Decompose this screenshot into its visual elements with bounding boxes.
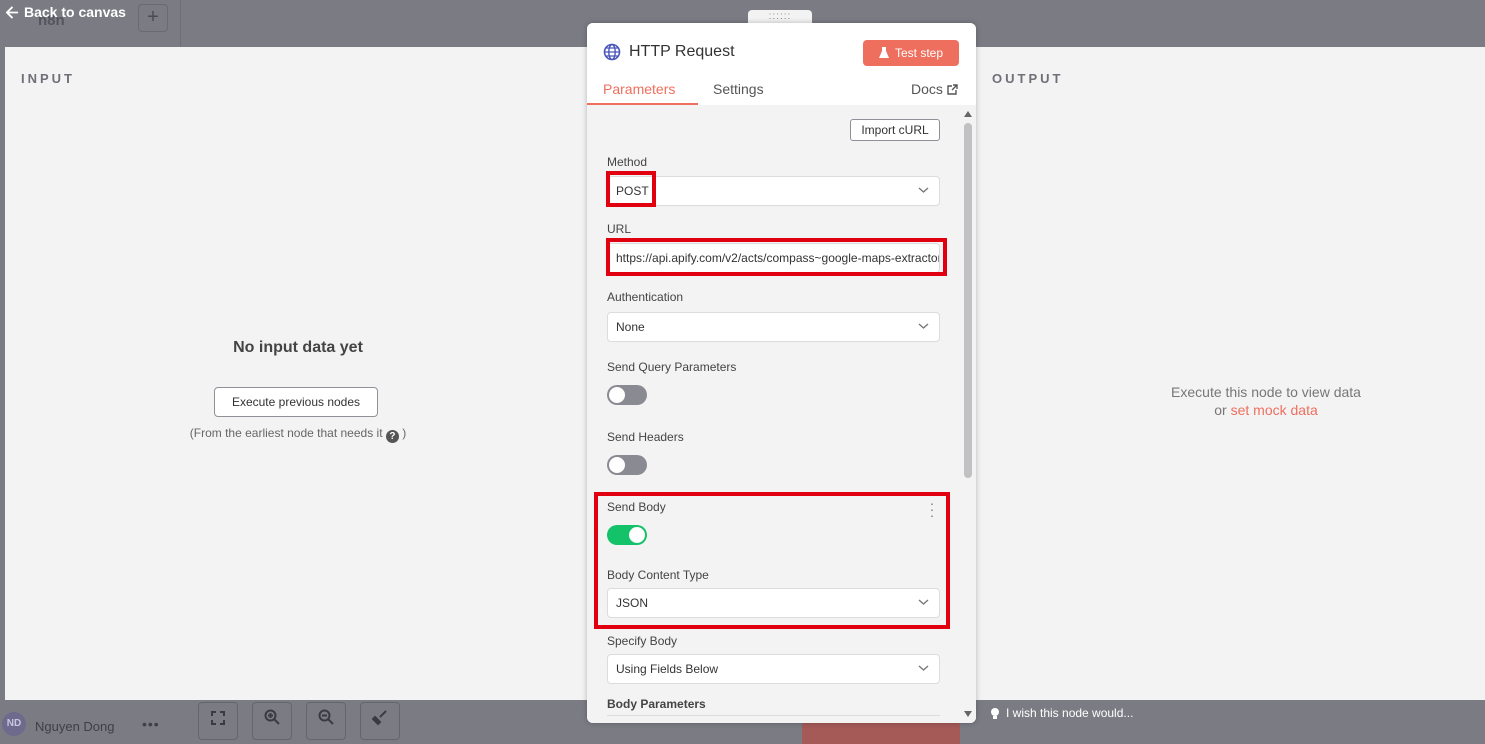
globe-icon: [603, 43, 621, 61]
authentication-value: None: [616, 320, 645, 334]
scrollbar-thumb[interactable]: [964, 123, 972, 478]
specify-body-select[interactable]: Using Fields Below: [607, 654, 940, 684]
test-step-label: Test step: [894, 46, 944, 60]
execute-note-text: (From the earliest node that needs it: [189, 426, 383, 440]
docs-link[interactable]: Docs: [911, 81, 958, 97]
node-header: HTTP Request Test step Parameters Settin…: [587, 23, 976, 105]
output-hint: Execute this node to view data or set mo…: [970, 383, 1485, 419]
zoom-in-icon: [264, 709, 280, 725]
tidy-up-button[interactable]: [360, 702, 400, 740]
back-to-canvas-link[interactable]: Back to canvas: [6, 4, 126, 20]
annotation-send-body: [594, 492, 950, 629]
toggle-knob: [609, 457, 625, 473]
chevron-down-icon: [918, 665, 929, 671]
method-select[interactable]: POST: [607, 176, 940, 206]
method-label: Method: [607, 155, 648, 169]
add-node-button[interactable]: +: [138, 4, 168, 32]
fit-view-icon: [211, 711, 225, 725]
execute-note-close: ): [402, 426, 407, 440]
test-step-button[interactable]: Test step: [863, 40, 959, 66]
help-icon[interactable]: ?: [385, 430, 399, 443]
toggle-knob: [609, 387, 625, 403]
scroll-down-arrow-icon[interactable]: [964, 711, 972, 717]
input-panel: INPUT No input data yet Execute previous…: [5, 47, 591, 700]
annotation-method: [606, 171, 656, 207]
user-name: Nguyen Dong: [35, 719, 115, 734]
back-to-canvas-label: Back to canvas: [24, 4, 126, 20]
zoom-out-icon: [318, 709, 334, 725]
external-link-icon: [947, 83, 958, 95]
output-hint-or: or: [1214, 402, 1227, 418]
flask-icon: [878, 47, 889, 58]
zoom-to-fit-button[interactable]: [198, 702, 238, 740]
user-menu-button[interactable]: •••: [142, 716, 160, 732]
chevron-down-icon: [918, 187, 929, 193]
scroll-up-arrow-icon[interactable]: [964, 111, 972, 117]
output-hint-line: Execute this node to view data: [1171, 384, 1361, 400]
annotation-url: [606, 238, 947, 276]
execute-note: (From the earliest node that needs it ? …: [5, 426, 591, 443]
avatar[interactable]: ND: [2, 712, 26, 736]
input-panel-label: INPUT: [21, 71, 75, 86]
feedback-link[interactable]: I wish this node would...: [990, 706, 1133, 720]
send-headers-toggle[interactable]: [607, 455, 647, 475]
tab-parameters[interactable]: Parameters: [603, 81, 675, 97]
chevron-down-icon: [918, 323, 929, 329]
output-panel: OUTPUT Execute this node to view data or…: [970, 47, 1485, 700]
send-query-label: Send Query Parameters: [607, 360, 737, 374]
send-query-toggle[interactable]: [607, 385, 647, 405]
url-label: URL: [607, 222, 632, 236]
specify-body-label: Specify Body: [607, 634, 678, 648]
zoom-out-button[interactable]: [306, 702, 346, 740]
feedback-label: I wish this node would...: [1006, 706, 1134, 720]
arrow-left-icon: [6, 5, 19, 19]
output-panel-label: OUTPUT: [992, 71, 1064, 86]
import-curl-button[interactable]: Import cURL: [850, 119, 940, 141]
divider: [607, 715, 940, 716]
set-mock-data-link[interactable]: set mock data: [1231, 402, 1318, 418]
authentication-label: Authentication: [607, 290, 684, 304]
send-headers-label: Send Headers: [607, 430, 684, 444]
divider: [180, 0, 181, 47]
tab-settings[interactable]: Settings: [713, 81, 764, 97]
zoom-in-button[interactable]: [252, 702, 292, 740]
body-parameters-label: Body Parameters: [607, 697, 706, 711]
specify-body-value: Using Fields Below: [616, 662, 719, 676]
node-title[interactable]: HTTP Request: [629, 43, 735, 61]
broom-icon: [371, 710, 387, 726]
execute-workflow-button[interactable]: [802, 722, 960, 744]
lightbulb-icon: [991, 707, 999, 719]
docs-label: Docs: [911, 81, 943, 97]
no-input-title: No input data yet: [233, 339, 363, 356]
authentication-select[interactable]: None: [607, 312, 940, 342]
execute-previous-nodes-button[interactable]: Execute previous nodes: [214, 387, 378, 417]
